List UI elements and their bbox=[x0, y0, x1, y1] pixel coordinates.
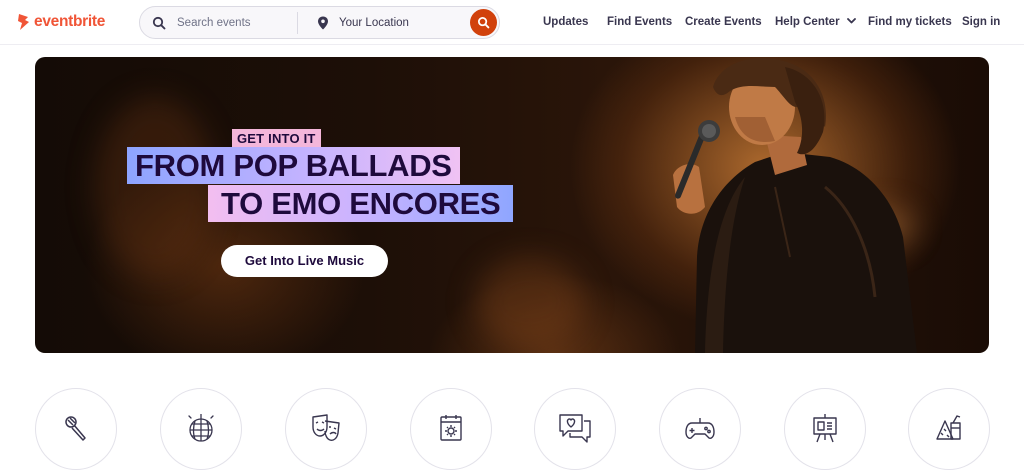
game-controller-icon bbox=[685, 418, 715, 439]
brand-name: eventbrite bbox=[34, 13, 106, 30]
hero-headline-line2: TO EMO ENCORES bbox=[208, 185, 514, 222]
singer-image bbox=[673, 58, 917, 353]
search-bar: Search events Your Location bbox=[139, 6, 500, 39]
search-submit-button[interactable] bbox=[470, 9, 497, 36]
top-navigation-bar: eventbrite Search events Your Location U… bbox=[0, 0, 1024, 45]
nav-find-my-tickets[interactable]: Find my tickets bbox=[868, 16, 952, 28]
easel-icon bbox=[813, 414, 837, 443]
hero-banner: GET INTO IT FROM POP BALLADS TO EMO ENCO… bbox=[35, 57, 989, 353]
microphone-icon bbox=[65, 416, 86, 441]
nav-create-events[interactable]: Create Events bbox=[685, 16, 762, 28]
hero-kicker: GET INTO IT bbox=[232, 129, 321, 148]
category-hobbies[interactable] bbox=[659, 388, 741, 470]
chevron-down-icon bbox=[846, 18, 856, 24]
nav-updates[interactable]: Updates bbox=[543, 16, 588, 28]
nav-help-center[interactable]: Help Center bbox=[775, 16, 856, 28]
category-food-and-drink[interactable] bbox=[908, 388, 990, 470]
search-icon bbox=[152, 16, 166, 30]
category-business[interactable] bbox=[784, 388, 866, 470]
category-dating[interactable] bbox=[534, 388, 616, 470]
location-pin-icon bbox=[318, 16, 328, 30]
theater-masks-icon bbox=[312, 414, 340, 441]
search-divider bbox=[297, 12, 298, 34]
nav-sign-in[interactable]: Sign in bbox=[962, 16, 1000, 28]
category-music[interactable] bbox=[35, 388, 117, 470]
chat-heart-icon bbox=[559, 414, 591, 443]
search-input[interactable]: Search events bbox=[177, 17, 251, 29]
party-drinks-icon bbox=[936, 415, 961, 440]
category-row bbox=[0, 388, 1024, 470]
eventbrite-logo[interactable]: eventbrite bbox=[17, 11, 105, 33]
search-icon bbox=[477, 16, 490, 29]
nav-help-center-label: Help Center bbox=[775, 16, 840, 28]
location-input[interactable]: Your Location bbox=[339, 17, 409, 29]
hero-bokeh bbox=[95, 97, 215, 277]
category-holidays[interactable] bbox=[410, 388, 492, 470]
hero-bokeh bbox=[475, 257, 585, 347]
nav-find-events[interactable]: Find Events bbox=[607, 16, 672, 28]
calendar-icon bbox=[440, 415, 462, 441]
disco-ball-icon bbox=[188, 414, 214, 442]
eventbrite-logo-icon bbox=[18, 14, 29, 30]
category-nightlife[interactable] bbox=[160, 388, 242, 470]
hero-headline-line1: FROM POP BALLADS bbox=[127, 147, 460, 184]
category-performing-arts[interactable] bbox=[285, 388, 367, 470]
hero-cta-button[interactable]: Get Into Live Music bbox=[221, 245, 388, 277]
